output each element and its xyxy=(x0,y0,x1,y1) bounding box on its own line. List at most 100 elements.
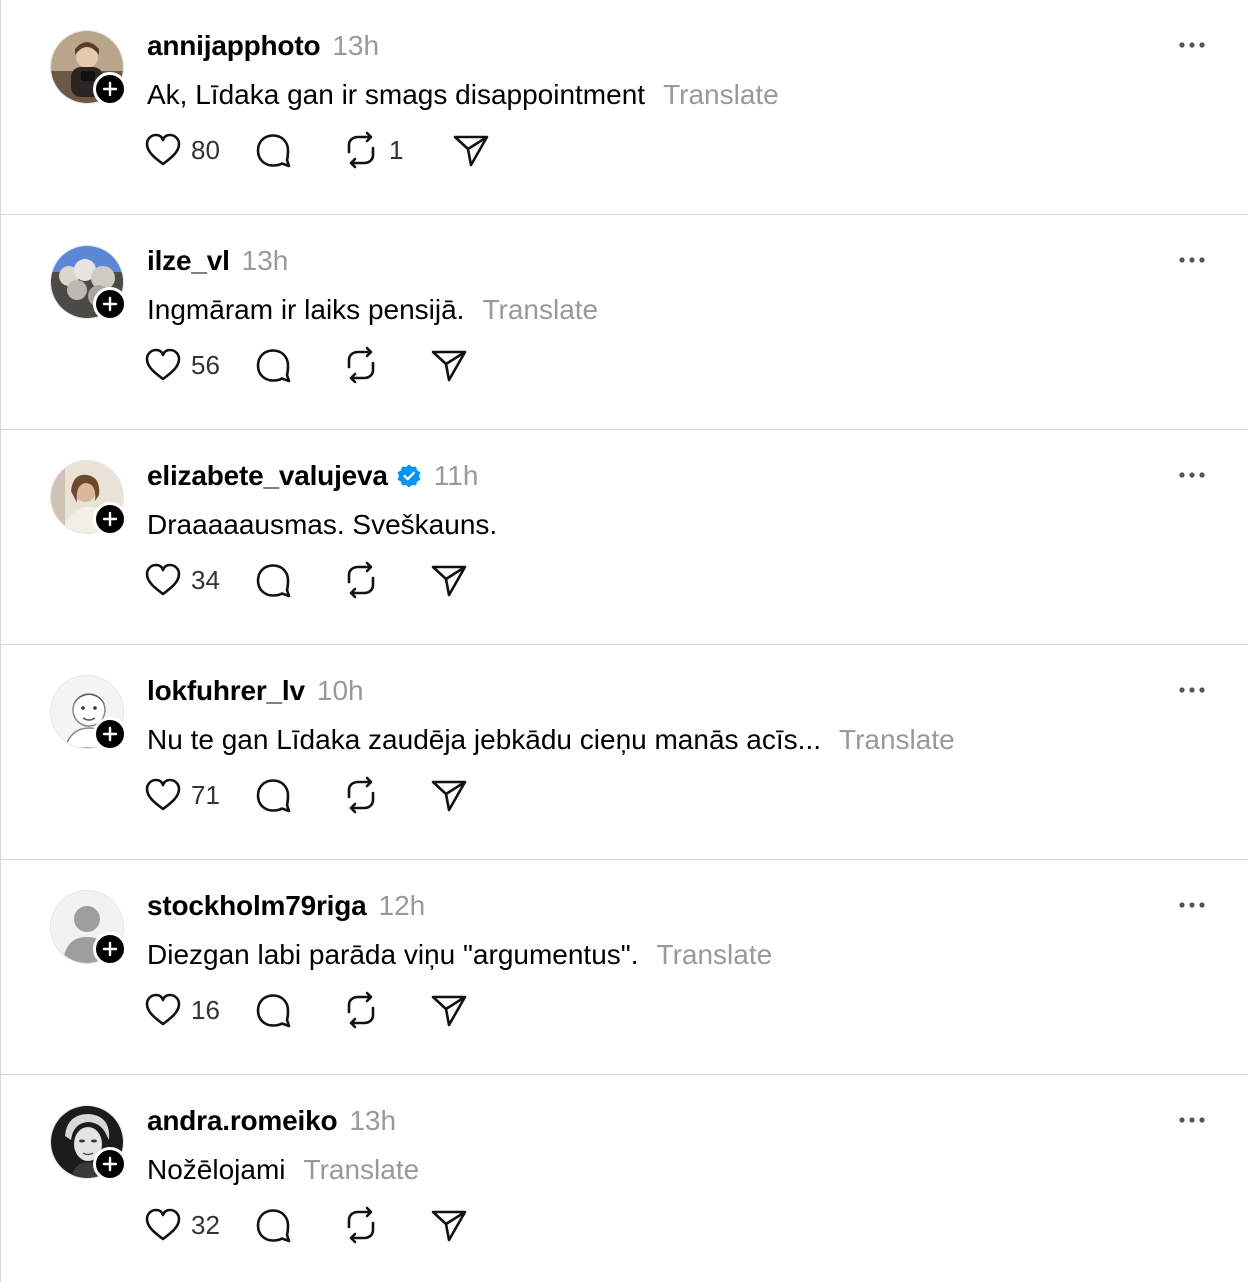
follow-button[interactable] xyxy=(93,287,127,321)
avatar-container[interactable] xyxy=(50,675,127,751)
repost-button[interactable] xyxy=(339,988,427,1032)
share-button[interactable] xyxy=(427,343,471,387)
post-body: Draaaaausmas. Sveškauns. xyxy=(147,506,497,544)
heart-icon xyxy=(145,133,181,166)
username[interactable]: andra.romeiko xyxy=(147,1105,338,1137)
reply-button[interactable] xyxy=(251,343,339,387)
timestamp[interactable]: 13h xyxy=(242,245,289,277)
repost-count: 1 xyxy=(389,134,404,165)
post-header: ilze_vl 13h xyxy=(147,243,288,279)
verified-badge-icon xyxy=(396,463,422,489)
plus-icon xyxy=(102,81,118,97)
timestamp[interactable]: 10h xyxy=(317,675,364,707)
avatar-container[interactable] xyxy=(50,460,127,536)
follow-button[interactable] xyxy=(93,932,127,966)
follow-button[interactable] xyxy=(93,502,127,536)
plus-icon xyxy=(102,296,118,312)
post-stockholm79riga[interactable]: stockholm79riga 12h Diezgan labi parāda … xyxy=(1,860,1248,1075)
more-options-button[interactable] xyxy=(1173,1105,1211,1135)
more-options-button[interactable] xyxy=(1173,890,1211,920)
username[interactable]: elizabete_valujeva xyxy=(147,460,388,492)
post-body: Nožēlojami Translate xyxy=(147,1151,419,1189)
reply-button[interactable] xyxy=(251,558,339,602)
repost-button[interactable] xyxy=(339,558,427,602)
action-bar: 56 xyxy=(141,343,471,387)
translate-link[interactable]: Translate xyxy=(663,79,779,111)
timestamp[interactable]: 13h xyxy=(332,30,379,62)
like-button[interactable]: 16 xyxy=(141,988,251,1032)
post-header: stockholm79riga 12h xyxy=(147,888,425,924)
more-options-button[interactable] xyxy=(1173,30,1211,60)
plus-icon xyxy=(102,726,118,742)
send-icon xyxy=(453,135,489,167)
post-body: Ingmāram ir laiks pensijā. Translate xyxy=(147,291,598,329)
like-button[interactable]: 71 xyxy=(141,773,251,817)
like-button[interactable]: 56 xyxy=(141,343,251,387)
username[interactable]: lokfuhrer_lv xyxy=(147,675,305,707)
reply-button[interactable] xyxy=(251,1203,339,1247)
avatar-container[interactable] xyxy=(50,245,127,321)
send-icon xyxy=(431,565,467,597)
repost-button[interactable] xyxy=(339,1203,427,1247)
username[interactable]: ilze_vl xyxy=(147,245,230,277)
username[interactable]: stockholm79riga xyxy=(147,890,367,922)
post-lokfuhrer-lv[interactable]: lokfuhrer_lv 10h Nu te gan Līdaka zaudēj… xyxy=(1,645,1248,860)
heart-icon xyxy=(145,1208,181,1241)
post-header: annijapphoto 13h xyxy=(147,28,379,64)
follow-button[interactable] xyxy=(93,717,127,751)
reply-button[interactable] xyxy=(251,773,339,817)
post-text: Ingmāram ir laiks pensijā. xyxy=(147,294,465,325)
post-body: Diezgan labi parāda viņu "argumentus". T… xyxy=(147,936,772,974)
post-ilze-vl[interactable]: ilze_vl 13h Ingmāram ir laiks pensijā. T… xyxy=(1,215,1248,430)
post-text: Ak, Līdaka gan ir smags disappointment xyxy=(147,79,646,110)
send-icon xyxy=(431,1210,467,1242)
like-count: 34 xyxy=(191,564,220,595)
repost-button[interactable]: 1 xyxy=(339,128,449,172)
post-annijapphoto[interactable]: annijapphoto 13h Ak, Līdaka gan ir smags… xyxy=(1,0,1248,215)
post-body: Nu te gan Līdaka zaudēja jebkādu cieņu m… xyxy=(147,721,955,759)
reply-bubble-icon xyxy=(256,349,291,383)
timestamp[interactable]: 12h xyxy=(379,890,426,922)
follow-button[interactable] xyxy=(93,72,127,106)
like-button[interactable]: 80 xyxy=(141,128,251,172)
like-button[interactable]: 32 xyxy=(141,1203,251,1247)
reply-bubble-icon xyxy=(256,564,291,598)
repost-icon xyxy=(347,776,375,814)
more-options-button[interactable] xyxy=(1173,245,1211,275)
like-count: 16 xyxy=(191,994,220,1025)
translate-link[interactable]: Translate xyxy=(657,939,773,971)
share-button[interactable] xyxy=(427,558,471,602)
post-andra-romeiko[interactable]: andra.romeiko 13h Nožēlojami Translate 3… xyxy=(1,1075,1248,1282)
translate-link[interactable]: Translate xyxy=(304,1154,420,1186)
translate-link[interactable]: Translate xyxy=(839,724,955,756)
avatar-container[interactable] xyxy=(50,1105,127,1181)
share-button[interactable] xyxy=(427,773,471,817)
share-button[interactable] xyxy=(427,988,471,1032)
action-bar: 34 xyxy=(141,558,471,602)
avatar-container[interactable] xyxy=(50,30,127,106)
post-header: lokfuhrer_lv 10h xyxy=(147,673,364,709)
avatar-container[interactable] xyxy=(50,890,127,966)
share-button[interactable] xyxy=(427,1203,471,1247)
more-options-button[interactable] xyxy=(1173,675,1211,705)
like-button[interactable]: 34 xyxy=(141,558,251,602)
post-header: andra.romeiko 13h xyxy=(147,1103,396,1139)
more-options-button[interactable] xyxy=(1173,460,1211,490)
more-horizontal-icon xyxy=(1179,257,1205,263)
heart-icon xyxy=(145,778,181,811)
username[interactable]: annijapphoto xyxy=(147,30,321,62)
post-text: Nožēlojami xyxy=(147,1154,286,1185)
share-button[interactable] xyxy=(449,128,493,172)
translate-link[interactable]: Translate xyxy=(482,294,598,326)
reply-button[interactable] xyxy=(251,128,339,172)
repost-button[interactable] xyxy=(339,773,427,817)
reply-button[interactable] xyxy=(251,988,339,1032)
post-elizabete-valujeva[interactable]: elizabete_valujeva 11h Draaaaausmas. Sve… xyxy=(1,430,1248,645)
more-horizontal-icon xyxy=(1179,902,1205,908)
reply-bubble-icon xyxy=(256,994,291,1028)
follow-button[interactable] xyxy=(93,1147,127,1181)
timestamp[interactable]: 13h xyxy=(349,1105,396,1137)
post-text: Draaaaausmas. Sveškauns. xyxy=(147,509,498,540)
repost-button[interactable] xyxy=(339,343,427,387)
timestamp[interactable]: 11h xyxy=(434,460,479,492)
